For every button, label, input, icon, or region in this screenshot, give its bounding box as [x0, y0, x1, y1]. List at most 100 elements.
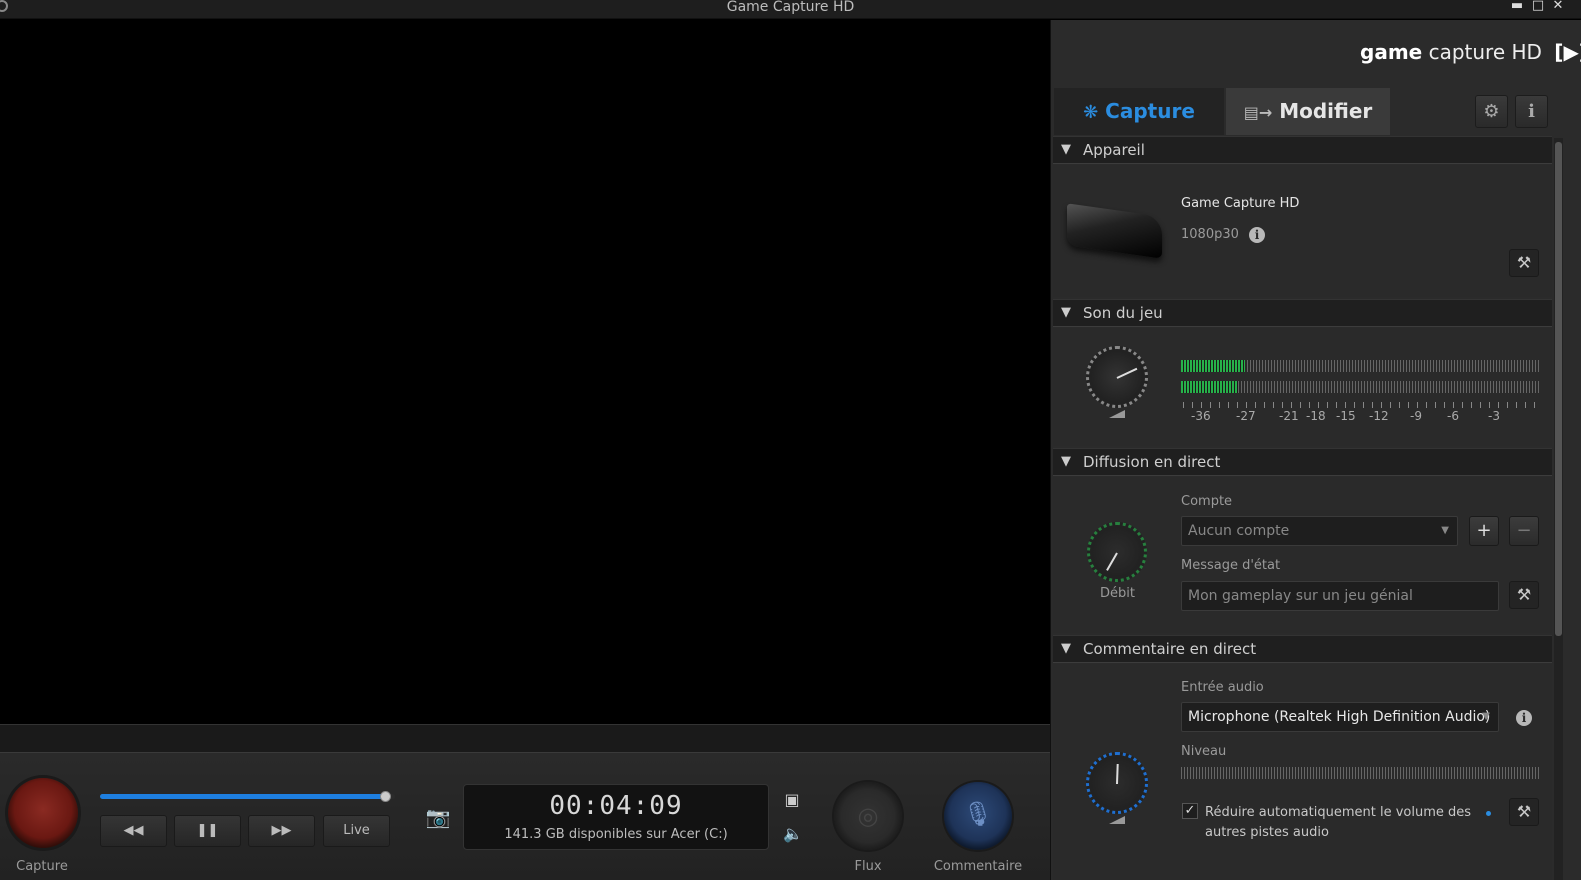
commentary-settings-button[interactable]: ⚒ [1509, 798, 1539, 826]
section-appareil-header[interactable]: ▼ Appareil [1053, 136, 1552, 164]
scrollbar-thumb[interactable] [1555, 142, 1562, 636]
gear-icon: ⚙ [1483, 101, 1500, 122]
fullscreen-button[interactable]: ▣ [781, 790, 803, 812]
progress-fill [100, 794, 387, 799]
pause-icon: ❚❚ [196, 823, 219, 838]
device-resolution: 1080p30 [1181, 227, 1239, 242]
paw-icon: ❋ [1083, 102, 1099, 123]
flux-label: Flux [854, 859, 882, 874]
checkmark-icon: ✓ [1184, 803, 1196, 818]
tools-icon: ⚒ [1516, 802, 1532, 821]
pause-button[interactable]: ❚❚ [174, 815, 241, 847]
status-message-input[interactable]: Mon gameplay sur un jeu génial [1181, 581, 1499, 611]
fast-forward-button[interactable]: ▶▶ [248, 815, 315, 847]
maximize-icon[interactable]: □ [1531, 0, 1545, 12]
collapse-triangle-icon: ▼ [1061, 305, 1071, 320]
collapse-triangle-icon: ▼ [1061, 142, 1071, 157]
microphone-icon: 🎙 [962, 800, 994, 828]
progress-slider[interactable] [100, 791, 395, 802]
audio-input-info-icon[interactable]: i [1516, 710, 1532, 726]
capture-logo-icon: [▶] [1554, 40, 1581, 64]
fast-forward-icon: ▶▶ [271, 823, 292, 838]
account-label: Compte [1181, 494, 1233, 509]
commentary-level-meter [1181, 767, 1539, 779]
tab-modifier[interactable]: ▤→ Modifier [1226, 88, 1390, 135]
commentary-button[interactable]: 🎙 [944, 782, 1012, 850]
meter-scale-ticks [1183, 402, 1539, 408]
scale-label: -36 [1191, 409, 1211, 423]
remove-account-button[interactable]: − [1509, 516, 1539, 546]
scale-label: -12 [1369, 409, 1389, 423]
level-label: Niveau [1181, 744, 1227, 759]
disk-space: 141.3 GB disponibles sur Acer (C:) [504, 827, 728, 842]
stream-settings-button[interactable]: ⚒ [1509, 581, 1539, 609]
video-preview[interactable] [0, 20, 1050, 724]
section-son-header[interactable]: ▼ Son du jeu [1053, 299, 1552, 327]
capture-record-button[interactable] [8, 778, 78, 848]
audio-input-dropdown[interactable]: Microphone (Realtek High Definition Audi… [1181, 702, 1499, 732]
volume-button[interactable]: 🔈 [781, 824, 805, 846]
minimize-icon[interactable]: ▬ [1510, 0, 1524, 12]
volume-marker-icon [1109, 410, 1125, 418]
account-dropdown[interactable]: Aucun compte ▼ [1181, 516, 1458, 546]
commentaire-label: Commentaire [933, 859, 1023, 874]
rewind-icon: ◀◀ [123, 823, 144, 838]
screenshot-button[interactable]: 📷 [424, 803, 452, 831]
capture-label: Capture [16, 859, 68, 874]
scale-label: -27 [1236, 409, 1256, 423]
game-volume-knob[interactable] [1086, 346, 1148, 408]
window-title: Game Capture HD [726, 0, 855, 15]
scale-label: -3 [1488, 409, 1500, 423]
scale-label: -9 [1410, 409, 1422, 423]
auto-reduce-checkbox[interactable]: ✓ [1182, 803, 1198, 819]
meter-fill-right [1181, 381, 1239, 393]
plus-icon: + [1476, 520, 1492, 541]
scale-label: -15 [1336, 409, 1356, 423]
tools-icon: ⚒ [1516, 253, 1532, 272]
elapsed-time: 00:04:09 [549, 791, 683, 821]
info-icon: i [1528, 101, 1535, 122]
status-message-label: Message d'état [1181, 558, 1281, 573]
volume-marker-icon [1109, 816, 1125, 824]
tab-capture[interactable]: ❋ Capture [1054, 88, 1224, 135]
close-icon[interactable]: ✕ [1551, 0, 1565, 12]
commentary-volume-knob[interactable] [1086, 752, 1148, 814]
settings-button[interactable]: ⚙ [1475, 95, 1508, 128]
status-dot-icon [1486, 811, 1491, 816]
minus-icon: − [1516, 520, 1532, 541]
game-audio-meter-right [1181, 381, 1539, 393]
camera-edit-icon: ▤→ [1243, 103, 1273, 122]
tools-icon: ⚒ [1516, 585, 1532, 604]
scale-label: -18 [1306, 409, 1326, 423]
panel-scrollbar[interactable] [1554, 138, 1563, 880]
section-diffusion-header[interactable]: ▼ Diffusion en direct [1053, 448, 1552, 476]
bitrate-label: Débit [1100, 586, 1135, 601]
chevron-down-icon: ▼ [1441, 525, 1449, 536]
timeline-strip[interactable] [0, 724, 1050, 752]
live-button[interactable]: Live [323, 815, 390, 847]
timer-display: 00:04:09 141.3 GB disponibles sur Acer (… [463, 784, 769, 850]
bitrate-knob[interactable] [1087, 522, 1147, 582]
section-commentaire-header[interactable]: ▼ Commentaire en direct [1053, 635, 1552, 663]
rewind-button[interactable]: ◀◀ [100, 815, 167, 847]
brand-logo: game capture HD [▶] [1360, 40, 1581, 64]
speaker-icon: 🔈 [783, 824, 803, 843]
device-name: Game Capture HD [1181, 196, 1300, 211]
screen-icon: ▣ [784, 790, 800, 809]
add-account-button[interactable]: + [1469, 516, 1499, 546]
resolution-info-icon[interactable]: i [1249, 227, 1265, 243]
stream-button[interactable]: ◎ [834, 782, 902, 850]
info-button[interactable]: i [1515, 95, 1548, 128]
collapse-triangle-icon: ▼ [1061, 454, 1071, 469]
chevron-down-icon: ▼ [1482, 711, 1490, 722]
collapse-triangle-icon: ▼ [1061, 641, 1071, 656]
game-audio-meter-left [1181, 360, 1539, 372]
audio-input-label: Entrée audio [1181, 680, 1264, 695]
scale-label: -21 [1279, 409, 1299, 423]
device-settings-button[interactable]: ⚒ [1509, 249, 1539, 277]
scale-label: -6 [1447, 409, 1459, 423]
title-bar: Game Capture HD ▬ □ ✕ [0, 0, 1581, 19]
auto-reduce-label: Réduire automatiquement le volume des au… [1205, 805, 1472, 840]
meter-fill-left [1181, 360, 1246, 372]
camera-icon: 📷 [425, 805, 451, 829]
